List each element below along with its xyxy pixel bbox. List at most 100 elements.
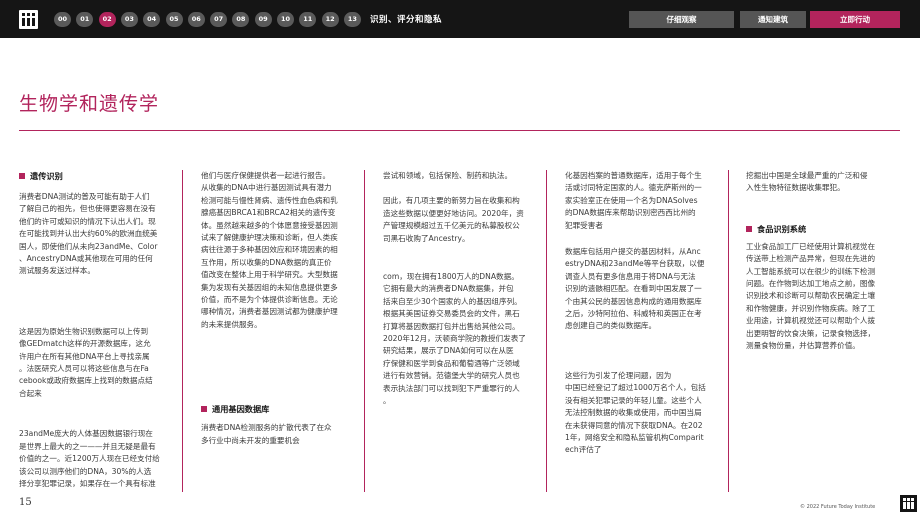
text-line: 化基因档案的普通数据库，适用于每个生	[565, 171, 702, 180]
copyright: © 2022 Future Today Institute	[800, 504, 876, 510]
chapter-button-08[interactable]: 08	[232, 12, 250, 27]
text-line: 1年，网络安全和隐私监管机构Comparit	[565, 432, 704, 442]
text-line: 检测可能与慢性肾病、遗传性血色病和乳	[201, 195, 338, 205]
text-line: 价值，而不是为个体提供诊断信息。无论	[201, 295, 338, 305]
chapter-button-09[interactable]: 09	[254, 12, 272, 27]
text-line: 多行业中尚未开发的重要机会	[201, 435, 300, 445]
text-line: 之后，沙特阿拉伯、科威特和英国正在考	[565, 309, 702, 319]
section-label: 识别、评分和隐私	[370, 15, 443, 25]
text-line: 家实验室正在使用一个名为DNASolves	[565, 195, 698, 205]
paragraph: 数据库包括用户提交的基因材料，从Anc estryDNA和23andMe等平台获取…	[565, 246, 735, 333]
text-line: 表示执法部门可以找到犯下严重罪行的人	[383, 383, 520, 393]
fti-logo-icon[interactable]	[19, 10, 38, 29]
text-line: 根据其美国证券交易委员会的文件，黑石	[383, 309, 520, 319]
paragraph: 尝试和领域，包括保险、制药和执法。	[383, 170, 553, 182]
text-line: 的DNA数据库来帮助识别密西西比州的	[565, 208, 696, 218]
text-line: 价值的之一。近1200万人现在已经支付给	[19, 454, 160, 464]
paragraph: 这是因为原始生物识别数据可以上传到 像GEDmatch这样的开源数据库，这允 许用户…	[19, 326, 189, 400]
heading-genetic-identification: 遗传识别	[19, 170, 189, 182]
paragraph: com，现在拥有1800万人的DNA数据。 它拥有最大的消费者DNA数据集，并包括…	[383, 271, 553, 407]
tab-notice[interactable]: 通知建筑	[740, 11, 806, 28]
chapter-button-11[interactable]: 11	[299, 12, 317, 27]
text-line: 司黑石收购了Ancestry。	[383, 233, 470, 243]
text-line: 的未来提供服务。	[201, 319, 262, 329]
heading-text: 食品识别系统	[757, 223, 807, 234]
text-line: 许用户在所有其他DNA平台上寻找亲属	[19, 351, 150, 361]
chapter-button-02[interactable]: 02	[98, 12, 116, 27]
text-line: 像GEDmatch这样的开源数据库，这允	[19, 339, 151, 349]
text-line: 择分享犯罪记录，如果存在一个具有标准	[19, 478, 156, 488]
square-bullet-icon	[19, 173, 25, 179]
chapter-button-10[interactable]: 10	[277, 12, 294, 27]
text-line: 活或讨同特定国家的人。德克萨斯州的一	[565, 183, 702, 193]
page-title: 生物学和遗传学	[19, 93, 160, 115]
text-line: 数据库包括用户提交的基因材料，从Anc	[565, 247, 701, 257]
paragraph: 化基因档案的普通数据库，适用于每个生 活或讨同特定国家的人。德克萨斯州的一 家实验室…	[565, 170, 735, 232]
text-line: 测量食物份量，并估算营养价值。	[746, 341, 860, 351]
title-divider	[19, 130, 900, 131]
text-line: 他们的许可或知识的情况下认出人们。现	[19, 216, 156, 226]
chapter-button-00[interactable]: 00	[54, 12, 71, 27]
text-line: 人工智能系统可以在很少的训练下检测	[746, 266, 876, 276]
text-line: 进行有效营销。范德堡大学的研究人员也	[383, 371, 520, 381]
chapter-button-12[interactable]: 12	[321, 12, 339, 27]
text-line: 研究结果，展示了DNA如何可以在从医	[383, 346, 514, 356]
text-line: 业用途，计算机视觉还可以帮助个人拨	[746, 316, 876, 326]
text-line: ech评估了	[565, 445, 602, 455]
chapter-button-07[interactable]: 07	[210, 12, 228, 27]
text-line: 识别技术和诊断可以帮助农民确定土壤	[746, 291, 876, 301]
chapter-button-13[interactable]: 13	[343, 12, 361, 27]
text-line: estryDNA和23andMe等平台获取，以便	[565, 259, 705, 269]
text-line: 尝试和领域，包括保险、制药和执法。	[383, 171, 513, 180]
text-line: 问题。在作物到达加工地点之前，图像	[746, 279, 876, 289]
heading-text: 通用基因数据库	[212, 404, 270, 415]
text-line: 该公司以测序他们的DNA，30%的人选	[19, 466, 152, 476]
text-line: 因此，有几项主要的新努力旨在收集和构	[383, 196, 520, 206]
text-line: 传送带上检测产品异常，但现在先进的	[746, 254, 876, 264]
chapter-button-06[interactable]: 06	[187, 12, 205, 27]
text-line: 它拥有最大的消费者DNA数据集，并包	[383, 284, 514, 294]
text-line: 这是因为原始生物识别数据可以上传到	[19, 326, 149, 336]
chapter-button-01[interactable]: 01	[76, 12, 94, 27]
text-line: 哪种情况，消费者基因测试都为健康护理	[201, 307, 338, 317]
chapter-button-04[interactable]: 04	[143, 12, 161, 27]
paragraph: 23andMe庞大的人体基因数据银行现在 是世界上最大的之一——并且无疑是最有 价值…	[19, 428, 189, 490]
text-line: 疗保健和医学到食品和葡萄酒等广泛领域	[383, 358, 520, 368]
text-line: 腺癌基因BRCA1和BRCA2相关的遗传变	[201, 208, 336, 218]
chapter-button-03[interactable]: 03	[120, 12, 138, 27]
paragraph: 消费者DNA检测服务的扩散代表了在众 多行业中尚未开发的重要机会	[201, 422, 371, 447]
text-line: 病往往源于多种基因效应和环境因素的相	[201, 245, 338, 255]
column-1: 遗传识别 消费者DNA测试的普及可能有助于人们 了解自己的祖先，但也使得更容易在没…	[19, 170, 189, 490]
square-bullet-icon	[201, 406, 207, 413]
text-line: 是世界上最大的之一——并且无疑是最有	[19, 441, 156, 451]
chapter-button-05[interactable]: 05	[165, 12, 183, 27]
text-line: 没有相关犯罪记录的年轻儿童。这些个人	[565, 395, 702, 405]
heading-text: 遗传识别	[30, 171, 63, 181]
heading-universal-gene-database: 通用基因数据库	[201, 403, 371, 415]
text-line: 在未获得同意的情况下获取DNA。在202	[565, 420, 703, 430]
tab-observe[interactable]: 仔细观察	[629, 11, 734, 28]
text-line: 产管理规模超过五千亿美元的私募股权公	[383, 221, 520, 231]
text-line: com，现在拥有1800万人的DNA数据。	[383, 272, 519, 282]
paragraph: 因此，有几项主要的新努力旨在收集和构 造这些数据以便更好地访问。2020年，资 产管…	[383, 195, 553, 245]
tab-act[interactable]: 立即行动	[810, 11, 900, 28]
paragraph: 工业食品加工厂已经使用计算机视觉在 传送带上检测产品异常，但现在先进的 人工智能系统…	[746, 241, 916, 353]
column-3: 尝试和领域，包括保险、制药和执法。 因此，有几项主要的新努力旨在收集和构 造这些数…	[383, 170, 553, 408]
text-line: 犯罪受害者	[565, 220, 603, 230]
column-2: 他们与医疗保健提供者一起进行报告。 从收集的DNA中进行基因测试具有潜力 检测可能与…	[201, 170, 371, 447]
column-4: 化基因档案的普通数据库，适用于每个生 活或讨同特定国家的人。德克萨斯州的一 家实验室…	[565, 170, 735, 457]
text-line: 调查人员有更多信息用于将DNA与无法	[565, 271, 696, 281]
text-line: 从收集的DNA中进行基因测试具有潜力	[201, 183, 332, 193]
text-line: 挖掘出中国是全球最严重的广泛和侵	[746, 171, 868, 180]
text-line: 无法控制数据的收集或使用，而中国当局	[565, 408, 702, 418]
text-line: 消费者DNA检测服务的扩散代表了在众	[201, 423, 332, 433]
text-line: 23andMe庞大的人体基因数据银行现在	[19, 429, 153, 439]
heading-food-identification: 食品识别系统	[746, 223, 916, 235]
text-line: 、AncestryDNA或其他现在可用的任何	[19, 254, 153, 264]
text-line: 和作物健康，并识别作物疾病。除了工	[746, 303, 876, 313]
text-line: 造这些数据以便更好地访问。2020年，资	[383, 208, 524, 218]
paragraph: 他们与医疗保健提供者一起进行报告。 从收集的DNA中进行基因测试具有潜力 检测可能与…	[201, 170, 371, 331]
square-bullet-icon	[746, 225, 752, 232]
text-line: 试来了解健康护理决策和诊断，但人类疾	[201, 233, 338, 243]
text-line: 值改变在整体上用于科学研究。大型数据	[201, 270, 338, 280]
